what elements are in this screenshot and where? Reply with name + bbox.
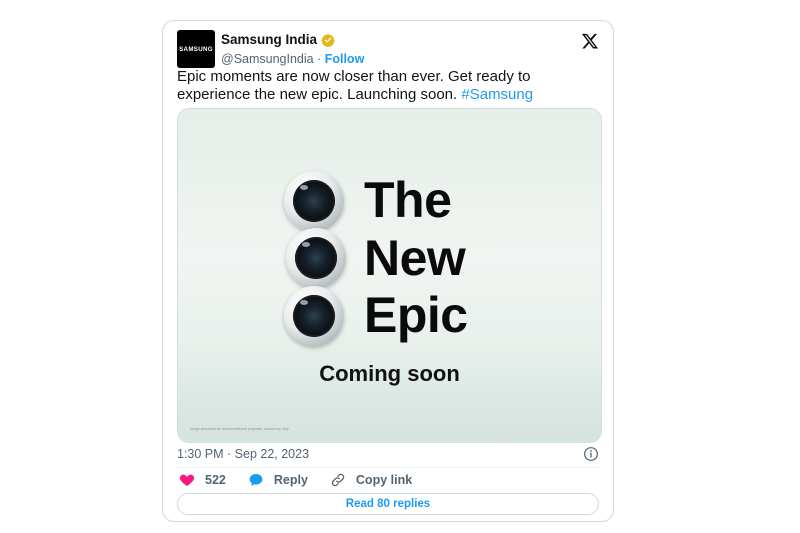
verified-badge-icon	[321, 33, 335, 47]
camera-lens-icon	[286, 228, 346, 288]
read-replies-label: Read 80 replies	[345, 498, 431, 510]
tweet-text: Epic moments are now closer than ever. G…	[177, 68, 597, 104]
timestamp-row: 1:30 PM · Sep 22, 2023	[177, 445, 599, 463]
handle-separator: ·	[313, 52, 325, 66]
reply-button[interactable]: Reply	[248, 472, 308, 488]
tweet-media-image[interactable]: The New Epic Coming soon Image simulated…	[177, 108, 602, 443]
avatar[interactable]: SAMSUNG	[177, 30, 215, 68]
tweet-timestamp[interactable]: 1:30 PM · Sep 22, 2023	[177, 447, 309, 461]
account-handle[interactable]: @SamsungIndia	[221, 52, 314, 66]
avatar-logo-text: SAMSUNG	[179, 45, 213, 53]
heart-icon	[179, 474, 195, 486]
like-count: 522	[205, 473, 226, 487]
hashtag-link[interactable]: #Samsung	[461, 86, 533, 103]
link-icon	[331, 473, 345, 487]
tweet-card: SAMSUNG Samsung India @SamsungIndia · Fo…	[162, 20, 614, 522]
headline-line-2: New	[364, 230, 466, 286]
lens-glint	[300, 185, 308, 190]
divider	[177, 467, 599, 468]
name-row: Samsung India	[221, 32, 335, 47]
info-icon[interactable]	[583, 446, 599, 462]
reply-label: Reply	[273, 473, 308, 487]
headline-line-3: Epic	[364, 287, 468, 343]
reply-bubble-icon	[249, 474, 263, 486]
lens-glint	[302, 242, 310, 247]
handle-row: @SamsungIndia · Follow	[221, 52, 364, 66]
like-button[interactable]: 522	[179, 472, 226, 488]
read-replies-button[interactable]: Read 80 replies	[177, 493, 599, 515]
coming-soon-text: Coming soon	[319, 361, 460, 386]
camera-lens-icon	[284, 286, 344, 346]
account-name[interactable]: Samsung India	[221, 32, 317, 47]
tweet-header: SAMSUNG Samsung India @SamsungIndia · Fo…	[177, 30, 599, 68]
copy-link-label: Copy link	[355, 473, 413, 487]
lens-glint	[300, 300, 308, 305]
camera-lens-icon	[284, 171, 344, 231]
follow-button[interactable]: Follow	[325, 52, 365, 66]
copy-link-button[interactable]: Copy link	[330, 472, 412, 488]
headline-line-1: The	[364, 172, 452, 228]
x-logo-icon[interactable]	[581, 32, 599, 50]
fineprint-text: Image simulated for representational pur…	[190, 427, 290, 431]
action-bar: 522 Reply Copy link	[179, 471, 434, 489]
